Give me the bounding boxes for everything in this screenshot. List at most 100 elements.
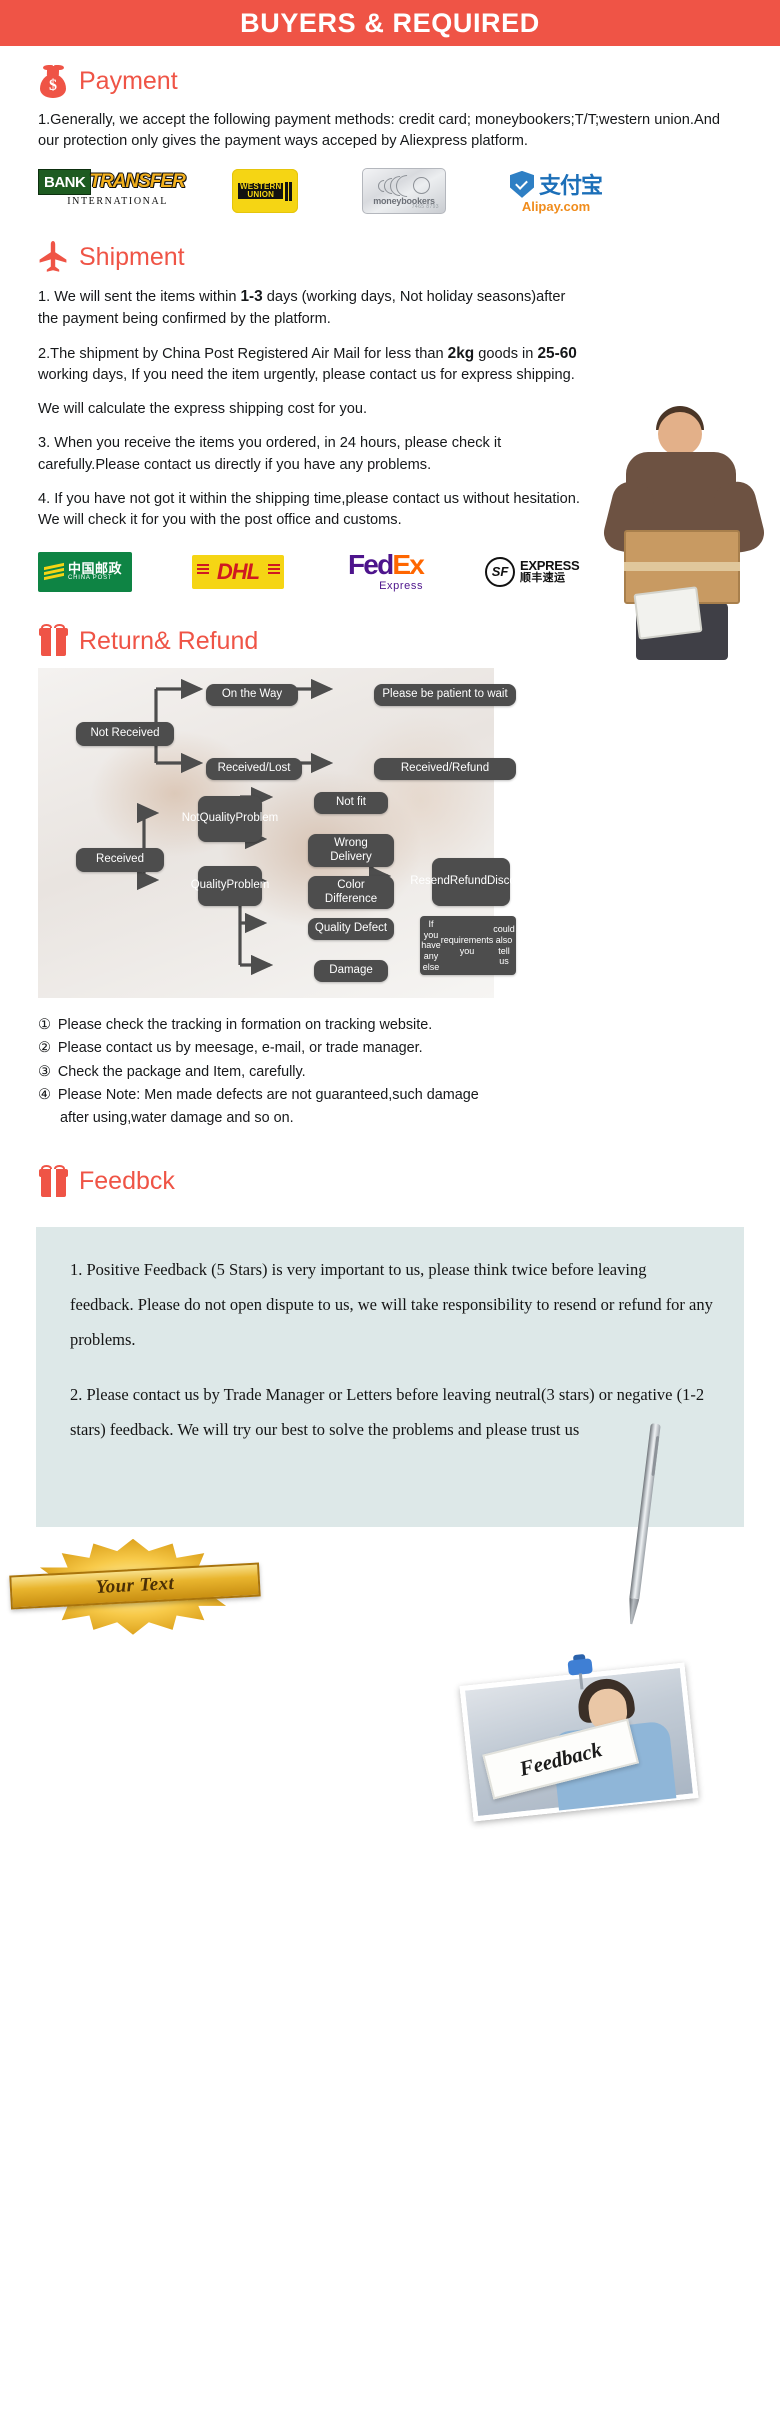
ship-p4: 4. If you have not got it within the shi… [38, 490, 580, 528]
return-note-text: Check the package and Item, carefully. [57, 1063, 306, 1080]
return-note-2: ② Please contact us by meesage, e-mail, o… [38, 1037, 750, 1060]
gold-banner-area: Your Text [0, 1533, 780, 1643]
fedex-fed-label: Fed [348, 549, 394, 581]
feedback-sign-text: Feedback [516, 1736, 605, 1781]
pushpin-icon [565, 1653, 596, 1691]
dhl-logo: DHL [192, 554, 284, 589]
return-note-4: ④ Please Note: Men made defects are not g… [38, 1084, 750, 1107]
alipay-domain-label: Alipay.com [521, 199, 591, 215]
shipment-body: 1. We will sent the items within 1-3 day… [0, 286, 780, 531]
moneybookers-number: 7465 8793 [411, 204, 439, 211]
money-bag-icon: $ [38, 64, 68, 98]
china-post-english-label: CHINA POST [68, 575, 113, 582]
payment-logos-row: BANK TRANSFER INTERNATIONAL WESTERN UNIO… [0, 168, 780, 215]
ship-p2b: We will calculate the express shipping c… [38, 401, 368, 418]
return-note-marker: ④ [38, 1087, 51, 1104]
return-note-marker: ② [38, 1040, 51, 1057]
section-header-feedback: Feedbck [0, 1164, 780, 1199]
return-note-3: ③ Check the package and Item, carefully. [38, 1061, 750, 1084]
payment-heading: Payment [79, 66, 178, 95]
china-post-mark-icon [44, 562, 64, 582]
sf-express-logo: SF EXPRESS 顺丰速运 [485, 556, 580, 587]
flow-node-wrong-delivery: Wrong Delivery [308, 834, 394, 868]
section-header-payment: $ Payment [0, 64, 780, 98]
return-note-text: Please Note: Men made defects are not gu… [57, 1087, 479, 1104]
return-note-text: Please check the tracking in formation o… [57, 1017, 433, 1034]
section-header-return: Return& Refund [0, 624, 780, 658]
return-note-1: ① Please check the tracking in formation … [38, 1014, 750, 1037]
policy-infographic: BUYERS & REQUIRED $ Payment 1.Generally,… [0, 0, 780, 1822]
payment-body: 1.Generally, we accept the following pay… [0, 110, 780, 152]
fedex-sub-label: Express [379, 580, 424, 593]
sf-badge-icon: SF [485, 556, 516, 587]
china-post-logo: 中国邮政 CHINA POST [38, 551, 132, 592]
return-note-continuation: after using,water damage and so on. [60, 1110, 294, 1127]
payment-paragraph-1: 1.Generally, we accept the following pay… [38, 112, 720, 150]
sf-express-english-label: EXPRESS [520, 557, 580, 573]
shipment-logos-row: 中国邮政 CHINA POST DHL FedEx Express SF EXP… [0, 551, 780, 592]
ship-p2: 2.The shipment by China Post Registered … [38, 344, 577, 384]
flow-node-damage: Damage [314, 960, 388, 983]
flow-node-else-req: If you have any else requirements you coul… [420, 916, 516, 976]
section-header-shipment: Shipment [0, 240, 780, 274]
page-header-band: BUYERS & REQUIRED [0, 0, 780, 46]
return-notes-list: ① Please check the tracking in formation … [0, 1004, 780, 1131]
alipay-logo: 支付宝 Alipay.com [510, 168, 603, 215]
flow-node-received-lost: Received/Lost [206, 758, 302, 781]
flow-node-received: Received [76, 848, 164, 873]
flow-node-not-received: Not Received [76, 722, 174, 747]
moneybookers-logo: moneybookers 7465 8793 [362, 168, 446, 215]
gold-banner-text: Your Text [95, 1572, 175, 1598]
china-post-chinese-label: 中国邮政 [68, 560, 123, 576]
flow-node-please-wait: Please be patient to wait [374, 684, 516, 707]
return-flowchart: Not Received On the Way Please be patient … [0, 664, 780, 1004]
sf-express-chinese-label: 顺丰速运 [520, 571, 566, 584]
flow-node-not-quality: Not Quality Problem [182, 796, 278, 843]
fedex-ex-label: Ex [392, 549, 424, 581]
return-heading: Return& Refund [79, 626, 259, 655]
flow-node-quality: Quality Problem [191, 866, 269, 907]
moneybookers-waves-icon [375, 170, 432, 202]
western-union-logo: WESTERN UNION [232, 169, 298, 214]
feedback-paragraph-1: 1. Positive Feedback (5 Stars) is very i… [70, 1259, 713, 1349]
western-union-bars-icon [285, 181, 292, 201]
return-note-text: Please contact us by meesage, e-mail, or… [57, 1040, 423, 1057]
bank-transfer-logo-international: INTERNATIONAL [67, 196, 168, 208]
return-note-marker: ③ [38, 1063, 51, 1080]
western-union-line2: UNION [238, 191, 284, 200]
bank-transfer-logo-bank: BANK [38, 169, 92, 196]
page-title: BUYERS & REQUIRED [240, 7, 540, 38]
dhl-label: DHL [216, 558, 260, 584]
flow-node-resend: Resend Refund Discount [410, 858, 532, 907]
bank-transfer-logo-transfer: TRANSFER [89, 171, 185, 193]
flow-node-received-refund: Received/Refund [374, 758, 516, 781]
shipment-heading: Shipment [79, 242, 185, 271]
return-note-marker: ① [38, 1017, 51, 1034]
flow-node-on-the-way: On the Way [206, 684, 298, 707]
bank-transfer-logo: BANK TRANSFER INTERNATIONAL [38, 169, 186, 213]
gift-box-icon [38, 1164, 68, 1199]
feedback-heading: Feedbck [79, 1167, 175, 1196]
alipay-shield-icon [510, 170, 534, 198]
alipay-chinese-label: 支付宝 [539, 173, 603, 199]
ship-p1: 1. We will sent the items within 1-3 day… [38, 288, 566, 327]
fedex-logo: FedEx Express [348, 549, 425, 593]
flow-node-not-fit: Not fit [314, 792, 388, 815]
feedback-photo: Feedback [459, 1653, 699, 1822]
feedback-panel: 1. Positive Feedback (5 Stars) is very i… [36, 1226, 744, 1527]
flow-node-color-difference: Color Difference [308, 876, 394, 910]
feedback-paragraph-2: 2. Please contact us by Trade Manager or… [70, 1384, 705, 1439]
ship-p3: 3. When you receive the items you ordere… [38, 435, 502, 473]
gift-box-icon [38, 624, 68, 658]
flow-node-quality-defect: Quality Defect [308, 918, 394, 941]
